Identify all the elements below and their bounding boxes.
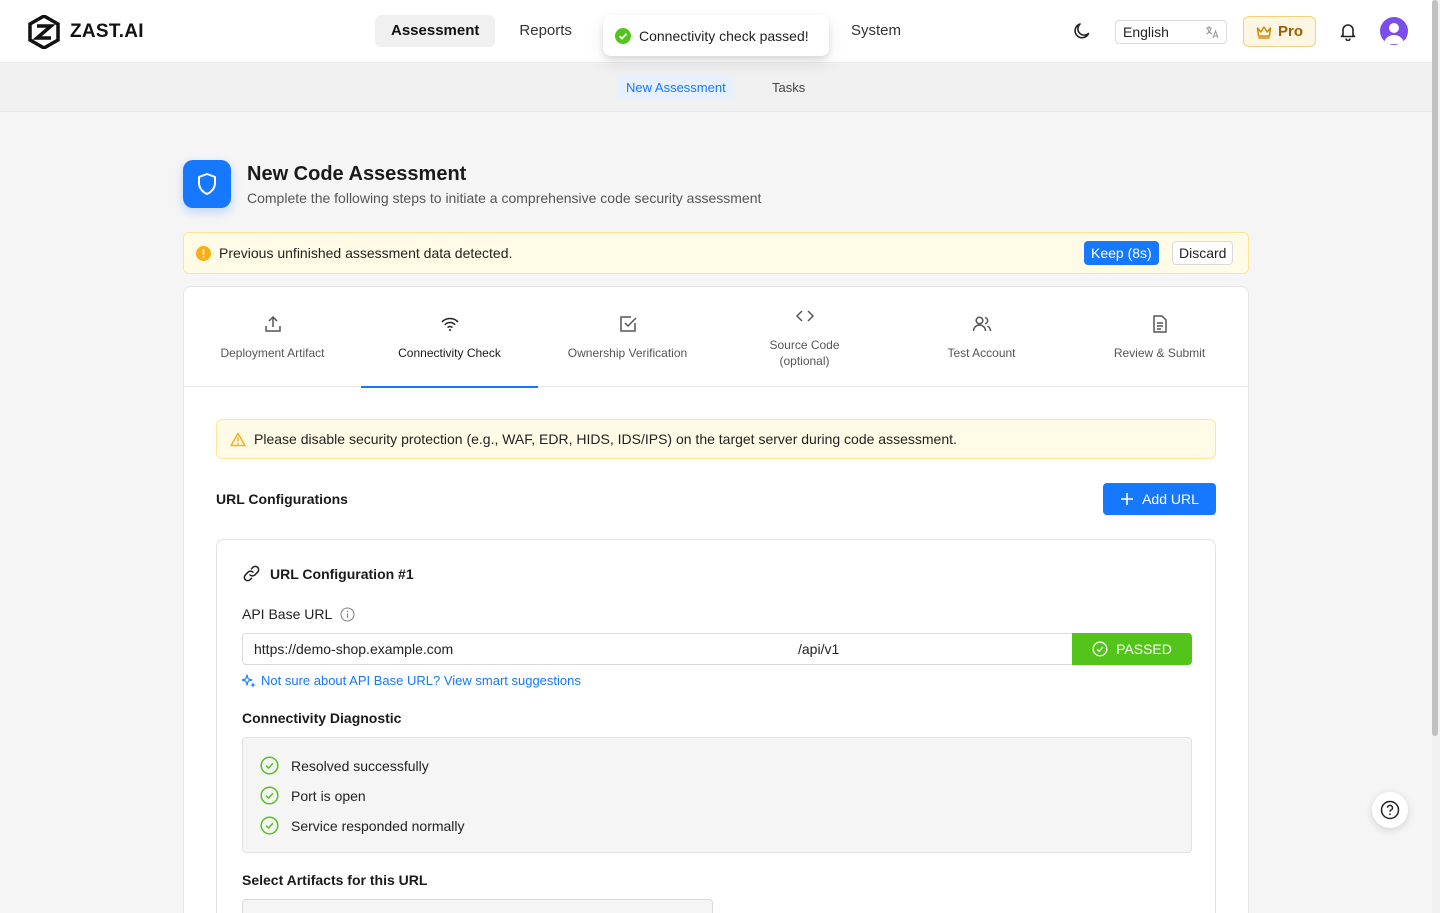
diagnostic-text: Service responded normally bbox=[291, 817, 465, 834]
top-bar: ZAST.AI Assessment Reports System Connec… bbox=[0, 0, 1432, 63]
artifacts-title: Select Artifacts for this URL bbox=[242, 872, 428, 888]
nav-assessment[interactable]: Assessment bbox=[375, 15, 496, 47]
step-label: Ownership Verification bbox=[567, 346, 688, 360]
add-url-label: Add URL bbox=[1142, 491, 1199, 507]
checkbox-icon bbox=[619, 316, 637, 332]
alert-message: Previous unfinished assessment data dete… bbox=[219, 245, 513, 261]
warning-icon bbox=[230, 432, 246, 447]
toast-message: Connectivity check passed! bbox=[639, 27, 809, 44]
suggest-text: Not sure about API Base URL? View smart … bbox=[261, 673, 581, 688]
artifact-select[interactable] bbox=[242, 899, 713, 913]
info-circle-icon bbox=[196, 246, 211, 261]
link-icon bbox=[243, 565, 260, 582]
diagnostic-panel: Resolved successfully Port is open Servi… bbox=[242, 737, 1192, 853]
unfinished-data-alert: Previous unfinished assessment data dete… bbox=[183, 232, 1249, 274]
diagnostic-text: Resolved successfully bbox=[291, 757, 429, 774]
url-configuration-panel: URL Configuration #1 API Base URL https:… bbox=[216, 539, 1216, 913]
diagnostic-title: Connectivity Diagnostic bbox=[242, 710, 402, 726]
brand-logo[interactable]: ZAST.AI bbox=[28, 15, 144, 49]
path-input[interactable]: /api/v1 bbox=[788, 633, 1073, 665]
step-label: Deployment Artifact bbox=[220, 346, 325, 360]
nav-reports[interactable]: Reports bbox=[503, 15, 588, 47]
passed-button[interactable]: PASSED bbox=[1072, 633, 1192, 665]
step-label-optional: (optional) bbox=[779, 354, 830, 368]
zast-logo-icon bbox=[28, 15, 60, 49]
sparkle-icon bbox=[242, 673, 256, 688]
add-url-button[interactable]: Add URL bbox=[1103, 483, 1216, 515]
section-title: URL Configurations bbox=[216, 491, 348, 507]
check-circle-outline-icon bbox=[1092, 641, 1108, 657]
brand-name: ZAST.AI bbox=[70, 21, 144, 42]
assessment-card: Deployment Artifact Connectivity Check O… bbox=[183, 286, 1249, 913]
api-base-url-label: API Base URL bbox=[242, 606, 355, 622]
help-button[interactable] bbox=[1372, 792, 1408, 828]
step-ownership-verification[interactable]: Ownership Verification bbox=[539, 287, 716, 387]
language-select[interactable]: English bbox=[1115, 20, 1227, 44]
wifi-icon bbox=[440, 317, 459, 331]
pro-badge[interactable]: Pro bbox=[1243, 16, 1316, 47]
bell-icon[interactable] bbox=[1338, 21, 1358, 41]
step-connectivity-check[interactable]: Connectivity Check bbox=[361, 287, 538, 388]
page-icon bbox=[183, 160, 231, 208]
check-circle-outline-icon bbox=[260, 816, 279, 835]
tab-tasks[interactable]: Tasks bbox=[764, 76, 813, 100]
translate-icon bbox=[1206, 26, 1219, 39]
diagnostic-item: Resolved successfully bbox=[260, 756, 429, 775]
step-label: Test Account bbox=[947, 346, 1016, 360]
step-source-code[interactable]: Source Code (optional) bbox=[716, 287, 893, 387]
pro-label: Pro bbox=[1277, 23, 1303, 40]
step-label: Review & Submit bbox=[1113, 346, 1206, 360]
diagnostic-text: Port is open bbox=[291, 787, 366, 804]
crown-icon bbox=[1256, 25, 1272, 39]
moon-icon[interactable] bbox=[1072, 21, 1092, 41]
users-icon bbox=[972, 316, 991, 332]
user-avatar-icon bbox=[1384, 23, 1404, 44]
plus-icon bbox=[1121, 493, 1134, 505]
step-label: Source Code bbox=[769, 338, 840, 352]
step-review-submit[interactable]: Review & Submit bbox=[1071, 287, 1248, 387]
check-circle-outline-icon bbox=[260, 786, 279, 805]
shield-icon bbox=[198, 173, 216, 195]
diagnostic-item: Port is open bbox=[260, 786, 366, 805]
nav-system[interactable]: System bbox=[836, 15, 916, 47]
url-config-heading: URL Configuration #1 bbox=[242, 564, 414, 583]
question-circle-icon bbox=[1380, 800, 1400, 820]
security-warning: Please disable security protection (e.g.… bbox=[216, 419, 1216, 459]
diagnostic-item: Service responded normally bbox=[260, 816, 465, 835]
step-label: Connectivity Check bbox=[398, 346, 501, 360]
passed-label: PASSED bbox=[1116, 641, 1172, 657]
step-tabs: Deployment Artifact Connectivity Check O… bbox=[184, 287, 1248, 388]
base-url-input[interactable]: https://demo-shop.example.com bbox=[242, 633, 789, 665]
toast-notification: Connectivity check passed! bbox=[603, 15, 829, 56]
check-circle-icon bbox=[615, 27, 631, 44]
warning-message: Please disable security protection (e.g.… bbox=[254, 431, 957, 447]
page-scrollbar[interactable] bbox=[1432, 0, 1440, 913]
url-config-title: URL Configuration #1 bbox=[270, 565, 414, 582]
check-circle-outline-icon bbox=[260, 756, 279, 775]
keep-button[interactable]: Keep (8s) bbox=[1084, 241, 1159, 265]
page-title: New Code Assessment bbox=[247, 163, 467, 185]
document-icon bbox=[1152, 315, 1167, 333]
avatar[interactable] bbox=[1380, 17, 1408, 45]
step-test-account[interactable]: Test Account bbox=[893, 287, 1070, 387]
info-icon[interactable] bbox=[340, 606, 355, 622]
language-value: English bbox=[1123, 24, 1169, 40]
discard-button[interactable]: Discard bbox=[1172, 241, 1234, 265]
code-icon bbox=[795, 310, 814, 322]
api-label-text: API Base URL bbox=[242, 606, 333, 622]
smart-suggestions-link[interactable]: Not sure about API Base URL? View smart … bbox=[242, 673, 581, 688]
sub-nav: New Assessment Tasks bbox=[0, 64, 1432, 112]
upload-icon bbox=[264, 315, 281, 332]
tab-new-assessment[interactable]: New Assessment bbox=[618, 76, 734, 100]
scroll-thumb[interactable] bbox=[1432, 0, 1438, 736]
step-deployment-artifact[interactable]: Deployment Artifact bbox=[184, 287, 361, 387]
main-nav: Assessment Reports bbox=[375, 15, 588, 47]
page-subtitle: Complete the following steps to initiate… bbox=[247, 190, 762, 206]
